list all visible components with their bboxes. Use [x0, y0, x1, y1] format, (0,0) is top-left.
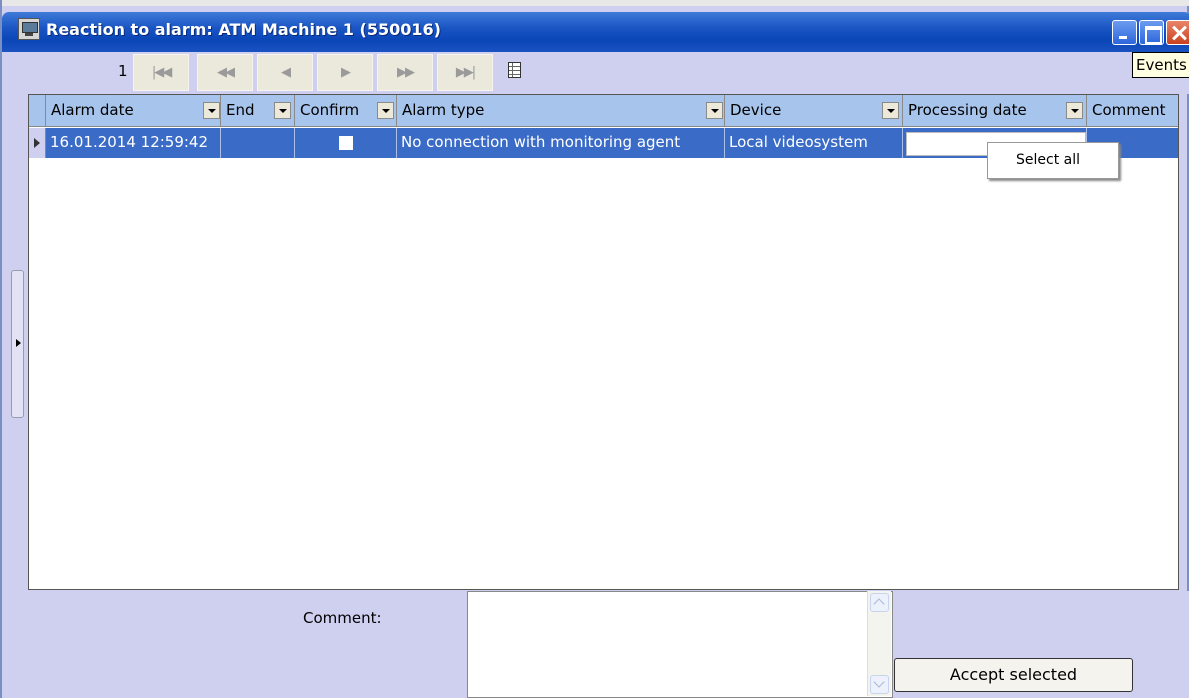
scroll-up-icon[interactable] [870, 593, 889, 612]
close-button[interactable] [1166, 20, 1189, 45]
cell-end[interactable] [221, 128, 295, 158]
column-header-processing-date[interactable]: Processing date [903, 95, 1087, 127]
column-label: Alarm date [51, 101, 134, 119]
title-bar[interactable]: Reaction to alarm: ATM Machine 1 (550016… [2, 0, 1189, 54]
current-row-indicator-icon [29, 128, 46, 158]
alarm-type-filter-dropdown-icon[interactable] [706, 102, 723, 119]
cell-confirm[interactable] [295, 128, 397, 158]
header-row-indicator [29, 95, 46, 127]
column-label: Comment [1092, 101, 1166, 119]
events-tooltip: Events [1132, 52, 1189, 78]
next-page-button[interactable]: ▶ [317, 54, 373, 91]
column-label: Confirm [300, 101, 360, 119]
column-header-device[interactable]: Device [725, 95, 903, 127]
comment-textarea[interactable] [467, 591, 893, 698]
navigation-toolbar: 1 |◀◀ ◀◀ ◀ ▶ ▶▶ ▶▶| [4, 52, 1189, 94]
window-app-icon [18, 18, 40, 40]
prev-page-button[interactable]: ◀ [257, 54, 313, 91]
device-filter-dropdown-icon[interactable] [882, 102, 899, 119]
comment-label: Comment: [303, 609, 382, 627]
table-header: Alarm date End Confirm Alarm type Device… [29, 95, 1178, 127]
last-page-button[interactable]: ▶▶| [437, 54, 493, 91]
confirm-filter-dropdown-icon[interactable] [377, 102, 394, 119]
cell-alarm-type[interactable]: No connection with monitoring agent [397, 128, 725, 158]
alarm-date-filter-dropdown-icon[interactable] [203, 102, 220, 119]
column-label: Alarm type [402, 101, 485, 119]
next-page-set-button[interactable]: ▶▶ [377, 54, 433, 91]
comment-scrollbar[interactable] [867, 591, 891, 696]
column-header-alarm-type[interactable]: Alarm type [397, 95, 725, 127]
maximize-button[interactable] [1139, 20, 1164, 45]
page-number: 1 [118, 62, 128, 80]
scroll-down-icon[interactable] [870, 675, 889, 694]
column-label: End [226, 101, 255, 119]
top-strip [2, 0, 1189, 6]
prev-page-set-button[interactable]: ◀◀ [197, 54, 253, 91]
confirm-checkbox[interactable] [339, 136, 353, 150]
comment-section: Comment: Accept selected [4, 591, 1189, 698]
cell-device[interactable]: Local videosystem [725, 128, 903, 158]
side-panel-splitter[interactable] [11, 270, 24, 418]
alarm-reaction-window: Reaction to alarm: ATM Machine 1 (550016… [0, 0, 1189, 698]
column-label: Device [730, 101, 782, 119]
minimize-button[interactable] [1112, 20, 1137, 45]
accept-selected-button[interactable]: Accept selected [894, 658, 1133, 692]
first-page-button[interactable]: |◀◀ [133, 54, 189, 91]
column-label: Processing date [908, 101, 1027, 119]
end-filter-dropdown-icon[interactable] [274, 102, 291, 119]
column-header-alarm-date[interactable]: Alarm date [46, 95, 221, 127]
column-header-comment[interactable]: Comment [1087, 95, 1178, 127]
context-menu-select-all[interactable]: Select all [987, 142, 1119, 179]
cell-alarm-date[interactable]: 16.01.2014 12:59:42 [46, 128, 221, 158]
grid-columns-icon[interactable] [508, 62, 521, 78]
window-title: Reaction to alarm: ATM Machine 1 (550016… [46, 20, 441, 39]
processing-date-filter-dropdown-icon[interactable] [1066, 102, 1083, 119]
